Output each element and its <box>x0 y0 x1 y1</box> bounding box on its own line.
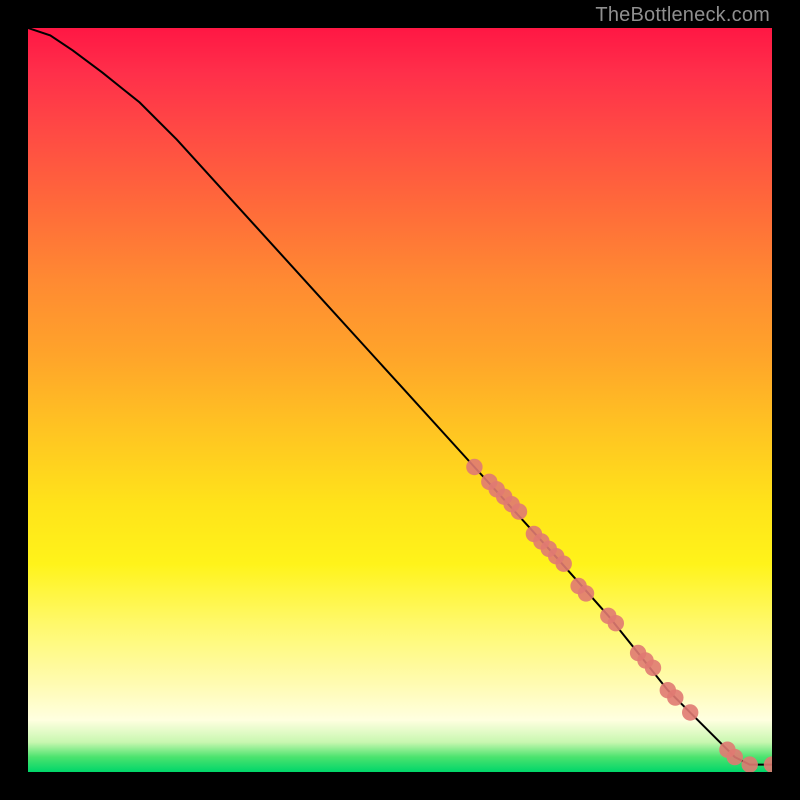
data-point <box>667 689 683 705</box>
data-point <box>466 459 482 475</box>
data-point <box>556 556 572 572</box>
data-point <box>682 704 698 720</box>
data-point <box>645 660 661 676</box>
data-point <box>764 756 772 772</box>
data-point <box>727 749 743 765</box>
points-group <box>466 459 772 772</box>
plot-area <box>28 28 772 772</box>
watermark-text: TheBottleneck.com <box>595 4 770 27</box>
chart-stage: TheBottleneck.com <box>0 0 800 800</box>
data-point <box>742 756 758 772</box>
data-point <box>578 585 594 601</box>
data-point <box>511 503 527 519</box>
data-point <box>608 615 624 631</box>
curve-line <box>28 28 772 765</box>
chart-svg <box>28 28 772 772</box>
